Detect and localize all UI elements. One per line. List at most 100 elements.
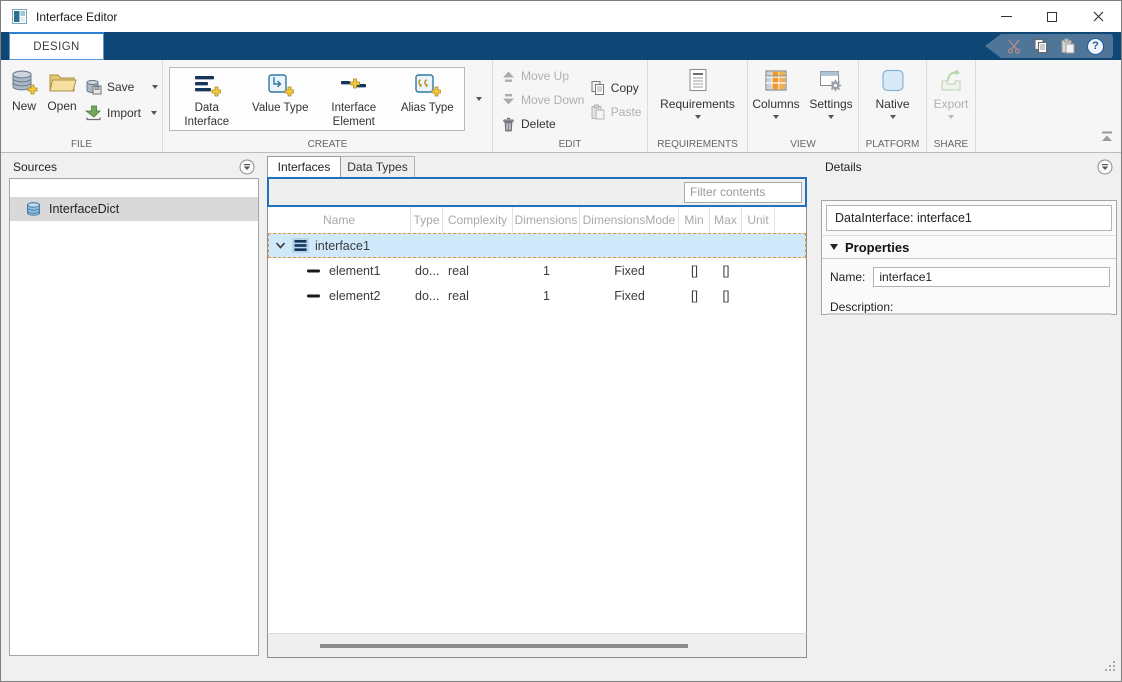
element-dash-icon — [307, 269, 320, 273]
delete-button[interactable]: Delete — [501, 112, 590, 136]
requirements-button[interactable]: Requirements — [648, 60, 747, 119]
native-button[interactable]: Native — [859, 60, 926, 119]
ribbon-section-edit: Move Up Move Down — [493, 60, 648, 152]
settings-dropdown-caret — [828, 115, 834, 119]
alias-type-label: Alias Type — [392, 102, 462, 116]
ribbon-toolbar: New Open — [1, 60, 1121, 153]
interface-browser-panel: Interfaces Data Types Name Type Complexi… — [267, 156, 807, 658]
columns-button[interactable]: Columns — [748, 60, 804, 119]
cut-icon[interactable] — [1006, 38, 1022, 54]
requirements-dropdown-caret — [695, 115, 701, 119]
details-title: Details — [825, 160, 862, 174]
import-label: Import — [107, 106, 141, 120]
column-header-max[interactable]: Max — [710, 207, 742, 233]
tab-interfaces[interactable]: Interfaces — [267, 156, 341, 177]
properties-section-header[interactable]: Properties — [822, 235, 1116, 259]
requirements-document-icon — [685, 68, 711, 94]
copy-icon[interactable] — [1033, 38, 1049, 54]
create-gallery: Data Interface Value Type — [169, 67, 465, 131]
column-header-type[interactable]: Type — [411, 207, 443, 233]
help-icon[interactable]: ? — [1087, 38, 1104, 55]
ribbon-section-share: Export SHARE — [927, 60, 976, 152]
maximize-icon — [1047, 12, 1057, 22]
new-button[interactable]: New — [9, 67, 39, 123]
open-button[interactable]: Open — [47, 67, 77, 123]
import-button[interactable]: Import — [85, 102, 158, 123]
alias-type-icon — [413, 73, 441, 99]
details-body: DataInterface: interface1 Properties Nam… — [821, 200, 1117, 315]
interface-element-label: Interface Element — [319, 102, 389, 130]
filter-input[interactable] — [684, 182, 802, 203]
interface-element-button[interactable]: Interface Element — [317, 68, 391, 130]
export-label: Export — [934, 97, 969, 111]
sources-panel: Sources InterfaceDict — [9, 156, 259, 656]
element-dash-icon — [307, 294, 320, 298]
interface-element-icon — [340, 73, 368, 99]
alias-type-button[interactable]: Alias Type — [391, 68, 465, 130]
paste-icon[interactable] — [1060, 38, 1076, 54]
table-row-interface1[interactable]: interface1 — [268, 233, 806, 258]
save-icon — [85, 78, 102, 95]
ribbon-section-create: Data Interface Value Type — [163, 60, 493, 152]
settings-label: Settings — [809, 97, 852, 111]
settings-icon — [818, 68, 844, 94]
create-section-label: CREATE — [163, 139, 492, 150]
columns-dropdown-caret — [773, 115, 779, 119]
new-database-icon — [9, 67, 39, 97]
delete-trash-icon — [501, 117, 516, 132]
column-header-complexity[interactable]: Complexity — [443, 207, 513, 233]
column-header-unit[interactable]: Unit — [742, 207, 775, 233]
tree-expand-chevron-icon[interactable] — [275, 240, 286, 251]
file-section-label: FILE — [1, 139, 162, 150]
tab-data-types[interactable]: Data Types — [341, 156, 415, 177]
column-header-min[interactable]: Min — [679, 207, 710, 233]
row-name: element2 — [329, 289, 380, 303]
move-up-label: Move Up — [521, 69, 569, 83]
minimize-button[interactable] — [983, 1, 1029, 32]
ribbon-section-view: Columns Settings — [748, 60, 859, 152]
save-dropdown-caret[interactable] — [152, 85, 158, 89]
details-panel-menu-icon[interactable] — [1097, 159, 1113, 175]
move-down-button: Move Down — [501, 88, 590, 112]
details-panel: Details DataInterface: interface1 Proper… — [821, 156, 1117, 631]
import-dropdown-caret[interactable] — [151, 111, 157, 115]
column-header-name[interactable]: Name — [268, 207, 411, 233]
source-item-interfacedict[interactable]: InterfaceDict — [10, 197, 258, 221]
column-header-dimensions[interactable]: Dimensions — [513, 207, 580, 233]
ribbon-tab-strip: DESIGN ? — [1, 32, 1121, 60]
save-label: Save — [107, 80, 134, 94]
horizontal-scrollbar[interactable] — [267, 633, 807, 658]
close-button[interactable] — [1075, 1, 1121, 32]
table-row-element1[interactable]: element1 do... real 1 Fixed [] [] — [268, 258, 806, 283]
tab-design[interactable]: DESIGN — [9, 32, 104, 60]
save-button[interactable]: Save — [85, 76, 158, 97]
table-row-element2[interactable]: element2 do... real 1 Fixed [] [] — [268, 283, 806, 308]
collapse-ribbon-button[interactable] — [1100, 130, 1114, 148]
ribbon-section-file: New Open — [1, 60, 163, 152]
columns-label: Columns — [752, 97, 799, 111]
export-button: Export — [927, 60, 975, 119]
data-interface-button[interactable]: Data Interface — [170, 68, 244, 130]
interface-icon — [292, 238, 309, 253]
collapse-ribbon-icon — [1100, 130, 1114, 143]
copy-label: Copy — [611, 81, 639, 95]
copy-button[interactable]: Copy — [590, 76, 647, 100]
move-up-button: Move Up — [501, 64, 590, 88]
open-folder-icon — [47, 67, 77, 97]
delete-label: Delete — [521, 117, 556, 131]
settings-button[interactable]: Settings — [804, 60, 858, 119]
description-field-label: Description: — [830, 300, 1116, 314]
column-header-dimensionsmode[interactable]: DimensionsMode — [580, 207, 679, 233]
description-textarea[interactable] — [827, 313, 1111, 315]
native-platform-icon — [880, 68, 906, 94]
copy-pages-icon — [590, 80, 606, 96]
create-gallery-expand-button[interactable] — [469, 67, 489, 131]
sources-panel-menu-icon[interactable] — [239, 159, 255, 175]
name-input[interactable] — [873, 267, 1110, 287]
maximize-button[interactable] — [1029, 1, 1075, 32]
export-dropdown-caret — [948, 115, 954, 119]
ribbon-section-platform: Native PLATFORM — [859, 60, 927, 152]
value-type-button[interactable]: Value Type — [244, 68, 318, 130]
horizontal-scrollbar-thumb[interactable] — [320, 644, 688, 648]
window-resize-grip[interactable] — [1103, 659, 1116, 677]
